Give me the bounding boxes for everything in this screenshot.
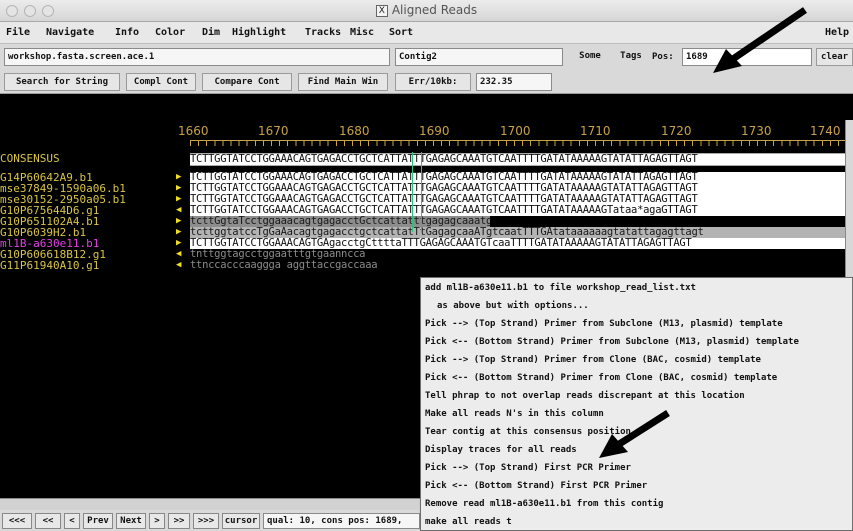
menu-item-phrap-no-overlap[interactable]: Tell phrap to not overlap reads discrepa… — [425, 390, 745, 402]
menu-highlight[interactable]: Highlight — [232, 27, 286, 38]
read-sequence[interactable]: tcttGgtaTcctggaaacagtgagacctGctcattatttg… — [190, 216, 490, 227]
window-title: Aligned Reads — [391, 3, 478, 17]
read-sequence[interactable]: tnttggtagcctggaatttgtgaanncca — [190, 249, 420, 260]
pos-label: Pos: — [652, 52, 674, 62]
menu-color[interactable]: Color — [155, 27, 185, 38]
ruler-tick-label: 1720 — [661, 124, 692, 138]
find-main-win-button[interactable]: Find Main Win — [298, 73, 388, 91]
menu-navigate[interactable]: Navigate — [46, 27, 94, 38]
ruler-tick-label: 1730 — [741, 124, 772, 138]
menu-sort[interactable]: Sort — [389, 27, 413, 38]
forward-arrow-icon: ▶ — [176, 227, 182, 237]
cursor-column-marker — [412, 152, 422, 232]
ruler-tick-label: 1660 — [178, 124, 209, 138]
menu-dim[interactable]: Dim — [202, 27, 220, 38]
toolbar-file-row: workshop.fasta.screen.ace.1 Contig2 Some… — [0, 44, 853, 70]
forward-arrow-icon: ▶ — [176, 194, 182, 204]
jump-right-button[interactable]: >> — [168, 513, 190, 529]
forward-arrow-icon: ▶ — [176, 238, 182, 248]
compl-cont-button[interactable]: Compl Cont — [126, 73, 196, 91]
reverse-arrow-icon: ◀ — [176, 260, 182, 270]
step-left-button[interactable]: < — [64, 513, 80, 529]
read-sequence[interactable]: tcttggtatccTgGaAacagtgagacctgctcattatTtG… — [190, 227, 845, 238]
menu-item-top-clone-primer[interactable]: Pick --> (Top Strand) Primer from Clone … — [425, 354, 761, 366]
ruler-tick-label: 1690 — [419, 124, 450, 138]
read-sequence[interactable]: TCTTGGTATCCTGGAAACAGTGAGACCTGCTCATTATTTG… — [190, 194, 845, 205]
alignment-view[interactable] — [0, 94, 853, 120]
ruler-tick-label: 1740 — [810, 124, 841, 138]
menu-item-top-subclone-primer[interactable]: Pick --> (Top Strand) Primer from Subclo… — [425, 318, 783, 330]
err-10kb-button[interactable]: Err/10kb: — [395, 73, 471, 91]
menu-file[interactable]: File — [6, 27, 30, 38]
jump-far-right-button[interactable]: >>> — [193, 513, 219, 529]
menu-item-top-pcr-primer[interactable]: Pick --> (Top Strand) First PCR Primer — [425, 462, 631, 474]
read-context-menu: add ml1B-a630e11.b1 to file workshop_rea… — [420, 277, 853, 531]
menu-misc[interactable]: Misc — [350, 27, 374, 38]
jump-far-left-button[interactable]: <<< — [2, 513, 32, 529]
menu-info[interactable]: Info — [115, 27, 139, 38]
search-string-button[interactable]: Search for String — [4, 73, 120, 91]
read-sequence[interactable]: TCTTGGTATCCTGGAAACAGTGAGACCTGCTCATTATTTG… — [190, 205, 845, 216]
menu-help[interactable]: Help — [825, 27, 849, 38]
ruler-scale — [190, 140, 845, 146]
reverse-arrow-icon: ◀ — [176, 205, 182, 215]
ruler-tick-label: 1700 — [500, 124, 531, 138]
menu-tracks[interactable]: Tracks — [305, 27, 341, 38]
filename-field: workshop.fasta.screen.ace.1 — [4, 48, 390, 66]
ruler-tick-label: 1710 — [580, 124, 611, 138]
menu-item-make-reads-t[interactable]: make all reads t — [425, 516, 512, 528]
read-name[interactable]: G11P61940A10.g1 — [0, 260, 99, 271]
toolbar-search-row: Search for String Compl Cont Compare Con… — [0, 70, 853, 94]
menu-item-bottom-pcr-primer[interactable]: Pick <-- (Bottom Strand) First PCR Prime… — [425, 480, 647, 492]
consensus-sequence[interactable]: TCTTGGTATCCTGGAAACAGTGAGACCTGCTCATTATTTG… — [190, 153, 845, 166]
cursor-button[interactable]: cursor — [222, 513, 260, 529]
ruler-tick-label: 1680 — [339, 124, 370, 138]
step-right-button[interactable]: > — [149, 513, 165, 529]
clear-button[interactable]: clear — [816, 48, 853, 66]
menu-item-tear-contig[interactable]: Tear contig at this consensus position — [425, 426, 631, 438]
read-sequence[interactable]: TCTTGGTATCCTGGAAACAGTGAgacctgCttttaTTTGA… — [190, 238, 845, 249]
menu-item-bottom-subclone-primer[interactable]: Pick <-- (Bottom Strand) Primer from Sub… — [425, 336, 799, 348]
ruler-tick-label: 1670 — [258, 124, 289, 138]
compare-cont-button[interactable]: Compare Cont — [202, 73, 292, 91]
menu-bar: File Navigate Info Color Dim Highlight T… — [0, 22, 853, 44]
menu-item-bottom-clone-primer[interactable]: Pick <-- (Bottom Strand) Primer from Clo… — [425, 372, 777, 384]
menu-item-make-reads-n[interactable]: Make all reads N's in this column — [425, 408, 604, 420]
menu-item-display-traces[interactable]: Display traces for all reads — [425, 444, 577, 456]
some-tags-button[interactable]: Some — [570, 48, 610, 66]
contig-field: Contig2 — [395, 48, 563, 66]
navigation-bar: <<< << < Prev Next > >> >>> cursor qual:… — [0, 510, 420, 531]
read-sequence[interactable]: ttnccacccaaggga aggttaccgaccaaa — [190, 260, 420, 271]
read-sequence[interactable]: TCTTGGTATCCTGGAAACAGTGAGACCTGCTCATTATTTG… — [190, 172, 845, 183]
prev-button[interactable]: Prev — [83, 513, 113, 529]
jump-left-button[interactable]: << — [35, 513, 61, 529]
status-field: qual: 10, cons pos: 1689, — [263, 513, 420, 529]
reverse-arrow-icon: ◀ — [176, 249, 182, 259]
horizontal-scrollbar[interactable] — [0, 498, 420, 510]
menu-item-remove-read[interactable]: Remove read ml1B-a630e11.b1 from this co… — [425, 498, 663, 510]
err-value-field: 232.35 — [476, 73, 552, 91]
x11-icon: X — [375, 4, 388, 17]
menu-item-add-read[interactable]: add ml1B-a630e11.b1 to file workshop_rea… — [425, 282, 696, 294]
pos-input[interactable]: 1689 — [682, 48, 812, 66]
forward-arrow-icon: ▶ — [176, 216, 182, 226]
menu-item-add-with-options[interactable]: as above but with options... — [437, 300, 589, 312]
title-bar: X Aligned Reads — [0, 0, 853, 22]
forward-arrow-icon: ▶ — [176, 172, 182, 182]
read-sequence[interactable]: TCTTGGTATCCTGGAAACAGTGAGACCTGCTCATTATTTG… — [190, 183, 845, 194]
consensus-label[interactable]: CONSENSUS — [0, 153, 60, 164]
forward-arrow-icon: ▶ — [176, 183, 182, 193]
next-button[interactable]: Next — [116, 513, 146, 529]
tags-button[interactable]: Tags — [614, 48, 648, 66]
